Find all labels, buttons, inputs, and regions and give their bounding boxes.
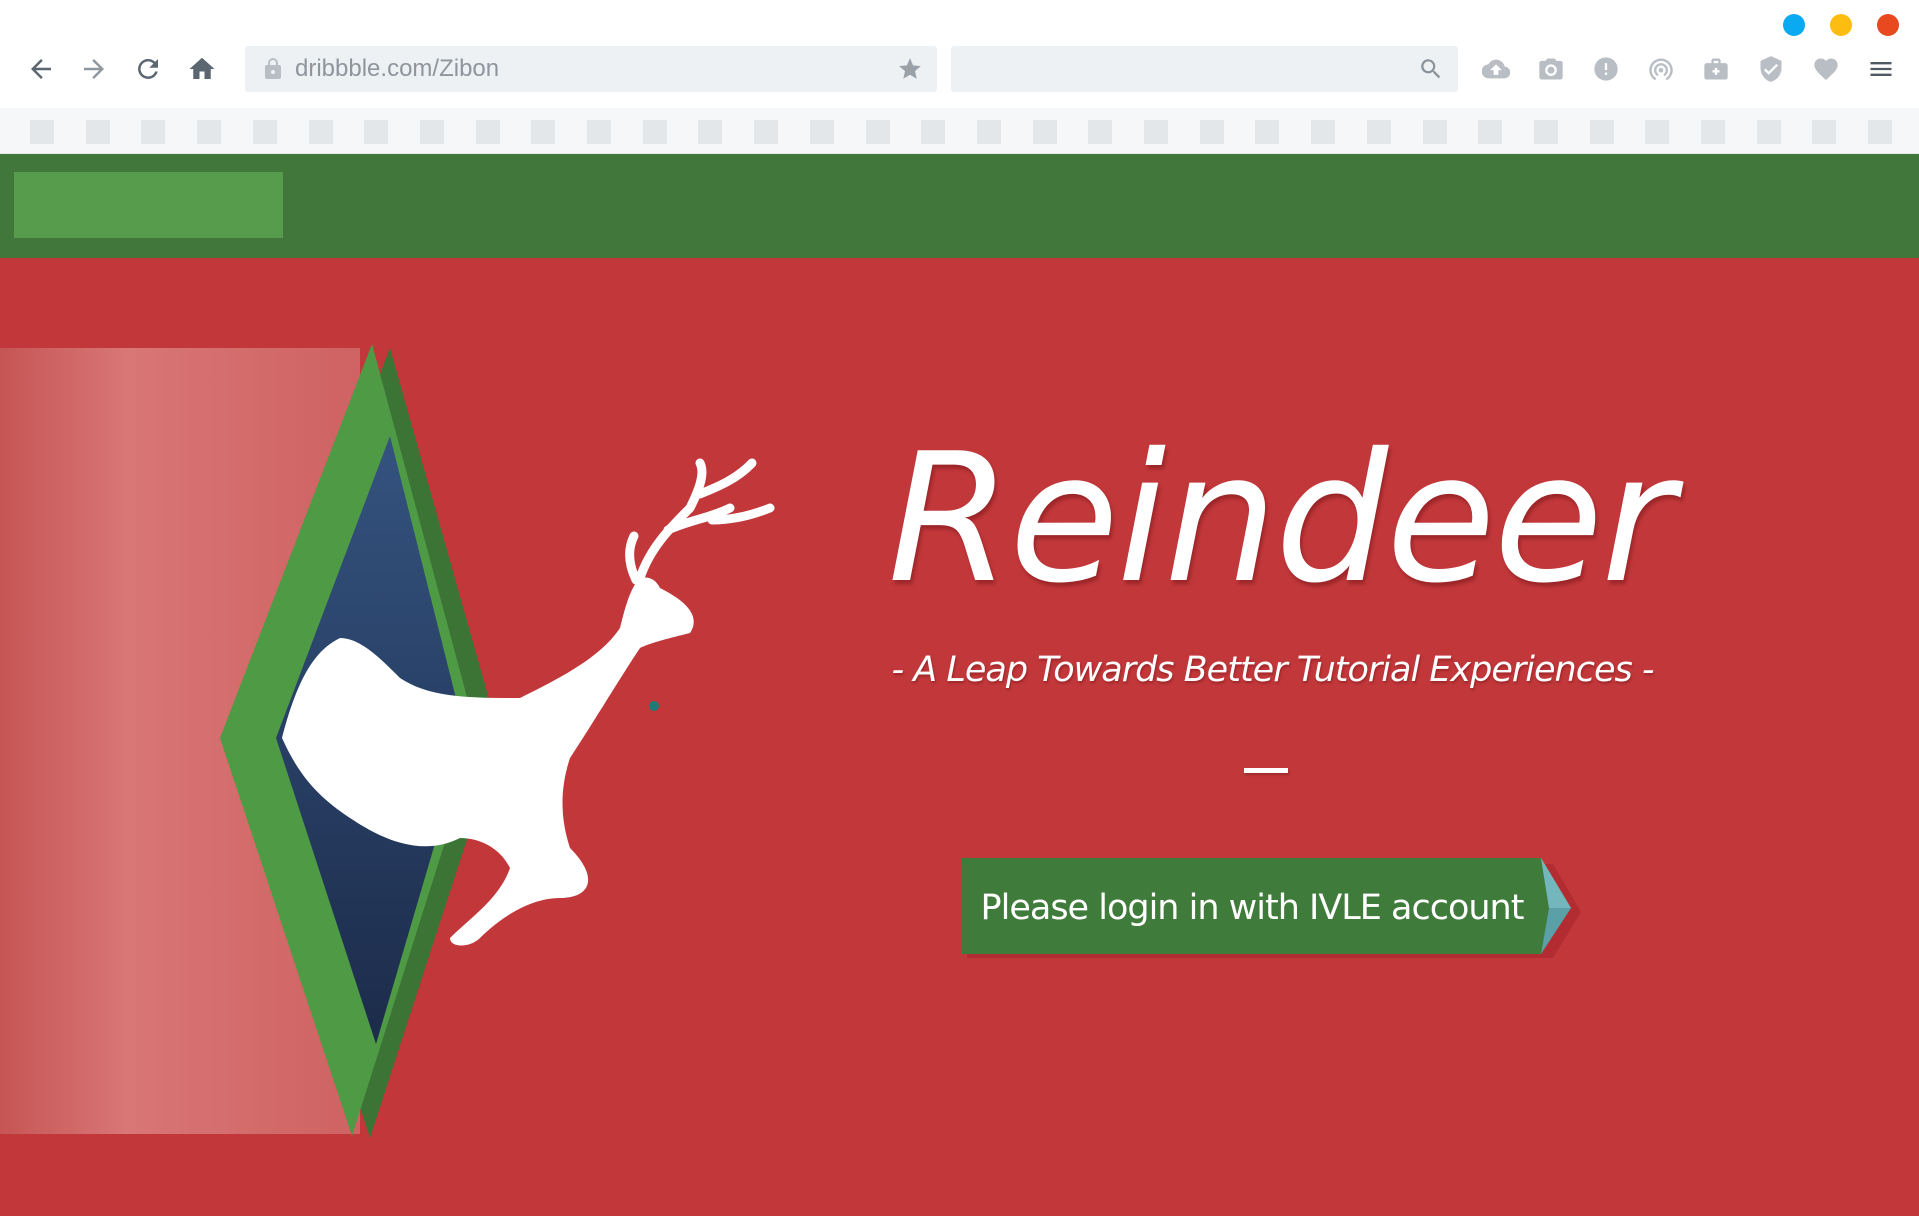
reindeer-eye xyxy=(649,701,659,711)
bookmark-item[interactable] xyxy=(1088,120,1113,144)
bookmark-item[interactable] xyxy=(1199,120,1224,144)
bookmark-item[interactable] xyxy=(197,120,222,144)
bookmark-item[interactable] xyxy=(531,120,556,144)
briefcase-button[interactable] xyxy=(1698,51,1734,87)
bookmark-item[interactable] xyxy=(1032,120,1057,144)
tagline: - A Leap Towards Better Tutorial Experie… xyxy=(891,650,1655,690)
bookmark-item[interactable] xyxy=(1533,120,1558,144)
back-button[interactable] xyxy=(19,44,63,94)
home-button[interactable] xyxy=(180,44,224,94)
bookmark-item[interactable] xyxy=(587,120,611,144)
bookmark-item[interactable] xyxy=(1311,120,1336,144)
address-bar[interactable]: dribbble.com/Zibon xyxy=(245,46,937,92)
search-input[interactable] xyxy=(951,46,1458,92)
site-logo-placeholder[interactable] xyxy=(14,172,283,238)
bookmark-item[interactable] xyxy=(921,120,946,144)
bookmark-item[interactable] xyxy=(809,120,834,144)
bookmark-item[interactable] xyxy=(308,120,333,144)
search-icon[interactable] xyxy=(1418,56,1444,82)
bookmark-item[interactable] xyxy=(865,120,890,144)
reindeer-antlers xyxy=(635,458,775,583)
cloud-upload-button[interactable] xyxy=(1478,51,1514,87)
bookmark-item[interactable] xyxy=(1868,120,1893,144)
bookmark-item[interactable] xyxy=(1701,120,1725,144)
shield-check-icon xyxy=(1760,56,1782,82)
bookmark-item[interactable] xyxy=(475,120,500,144)
lock-icon xyxy=(265,58,281,79)
bookmark-item[interactable] xyxy=(1144,120,1168,144)
shield-button[interactable] xyxy=(1753,51,1789,87)
window-dot-red[interactable] xyxy=(1877,14,1899,36)
bookmark-item[interactable] xyxy=(754,120,779,144)
camera-icon xyxy=(1539,58,1563,80)
heart-icon xyxy=(1814,58,1838,80)
bookmarks-bar xyxy=(0,108,1919,154)
arrow-left-icon xyxy=(31,59,51,79)
alert-icon xyxy=(1594,57,1618,81)
bookmark-item[interactable] xyxy=(141,120,166,144)
bookmark-item[interactable] xyxy=(642,120,667,144)
bookmark-item[interactable] xyxy=(1478,120,1503,144)
login-button-label: Please login in with IVLE account xyxy=(980,888,1525,928)
bookmark-item[interactable] xyxy=(976,120,1001,144)
brand-title: Reindeer xyxy=(887,415,1675,622)
favorite-button[interactable] xyxy=(1808,51,1844,87)
broadcast-icon xyxy=(1649,58,1673,81)
window-dot-yellow[interactable] xyxy=(1830,14,1852,36)
bookmark-item[interactable] xyxy=(85,120,110,144)
reload-button[interactable] xyxy=(126,44,170,94)
home-icon xyxy=(189,57,215,79)
cloud-upload-icon xyxy=(1482,59,1510,79)
extension-icons xyxy=(1478,44,1899,94)
menu-button[interactable] xyxy=(1863,51,1899,87)
bookmark-item[interactable] xyxy=(1812,120,1837,144)
site-header xyxy=(0,154,1919,258)
browser-toolbar: dribbble.com/Zibon xyxy=(0,44,1919,94)
url-text: dribbble.com/Zibon xyxy=(295,55,500,82)
bookmark-item[interactable] xyxy=(30,120,54,144)
arrow-right-icon xyxy=(84,59,104,79)
bookmark-item[interactable] xyxy=(1255,120,1280,144)
alert-button[interactable] xyxy=(1588,51,1624,87)
bookmark-item[interactable] xyxy=(1645,120,1670,144)
forward-button[interactable] xyxy=(72,44,116,94)
window-dot-blue[interactable] xyxy=(1783,14,1805,36)
bookmark-item[interactable] xyxy=(419,120,444,144)
bookmark-item[interactable] xyxy=(1756,120,1781,144)
title-divider xyxy=(1244,768,1288,773)
reindeer-illustration xyxy=(0,344,775,1138)
bookmark-item[interactable] xyxy=(698,120,723,144)
broadcast-button[interactable] xyxy=(1643,51,1679,87)
bookmark-item[interactable] xyxy=(1366,120,1391,144)
hero-section: Reindeer - A Leap Towards Better Tutoria… xyxy=(0,258,1919,1216)
ivle-login-button[interactable]: Please login in with IVLE account xyxy=(961,858,1581,958)
bookmark-item[interactable] xyxy=(252,120,277,144)
briefcase-icon xyxy=(1704,58,1728,80)
camera-button[interactable] xyxy=(1533,51,1569,87)
reload-icon xyxy=(138,58,158,79)
bookmark-item[interactable] xyxy=(1422,120,1447,144)
bookmark-item[interactable] xyxy=(1589,120,1614,144)
hamburger-menu-icon xyxy=(1870,62,1892,76)
star-icon[interactable] xyxy=(897,56,923,82)
window-controls xyxy=(1783,14,1899,36)
bookmark-item[interactable] xyxy=(364,120,389,144)
